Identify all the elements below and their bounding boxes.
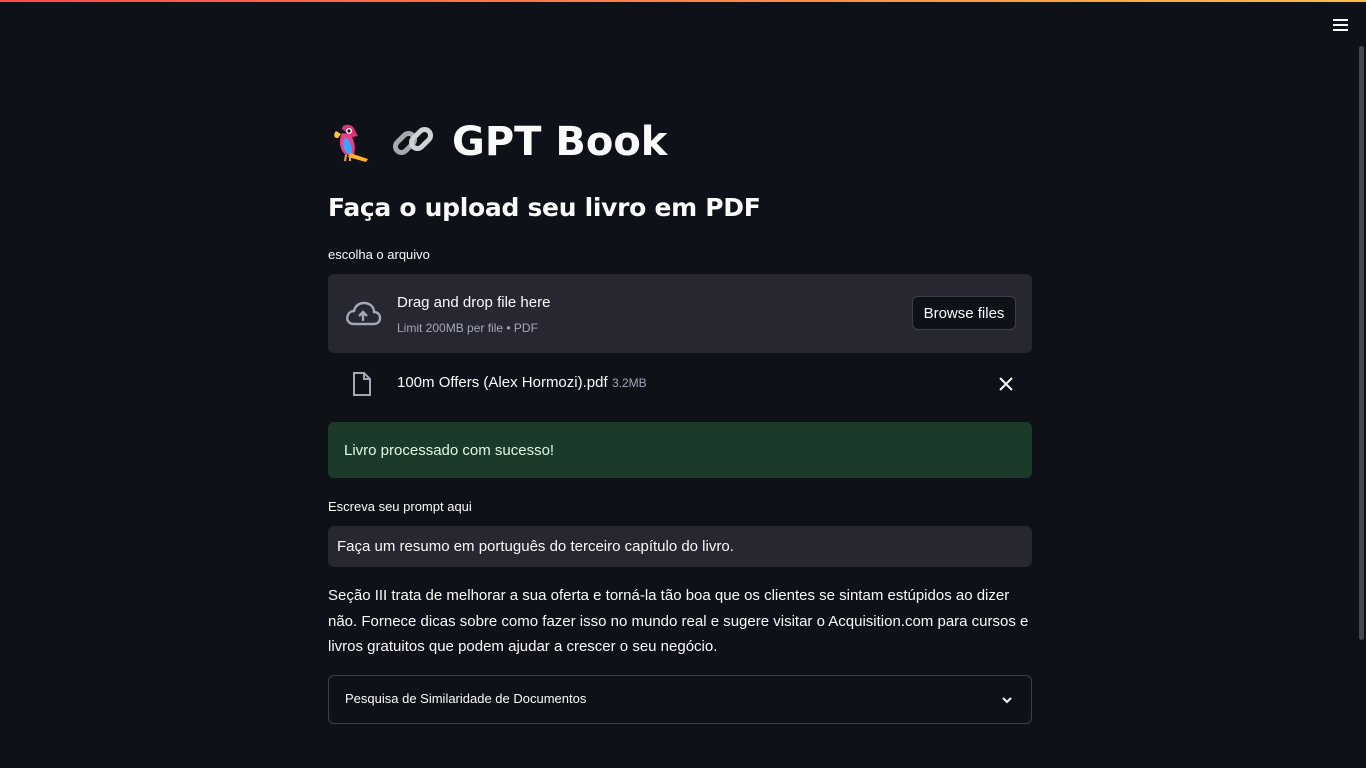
- drag-drop-text: Drag and drop file here: [397, 294, 551, 311]
- answer-line: Seção III trata de melhorar a sua oferta…: [328, 587, 1010, 604]
- file-icon: [353, 372, 371, 396]
- success-alert: Livro processado com sucesso!: [328, 422, 1032, 478]
- uploaded-file-size: 3.2MB: [612, 376, 647, 390]
- uploaded-file-row: 100m Offers (Alex Hormozi).pdf 3.2MB: [328, 364, 1032, 404]
- chevron-down-icon: [1002, 697, 1012, 704]
- app-title: GPT Book: [452, 119, 668, 165]
- top-decoration-bar: [0, 0, 1366, 2]
- parrot-icon: [334, 124, 368, 162]
- expander-label: Pesquisa de Similaridade de Documentos: [345, 691, 587, 706]
- vertical-scrollbar[interactable]: [1359, 46, 1364, 640]
- prompt-input[interactable]: Faça um resumo em português do terceiro …: [328, 526, 1032, 567]
- close-icon[interactable]: [996, 374, 1016, 394]
- upload-limit-text: Limit 200MB per file • PDF: [397, 321, 538, 335]
- hamburger-icon-line: [1332, 19, 1348, 21]
- answer-line: não. Fornece dicas sobre como fazer isso…: [328, 612, 1029, 630]
- main-menu-button[interactable]: [1328, 14, 1352, 36]
- uploaded-file-name: 100m Offers (Alex Hormozi).pdf: [397, 374, 608, 391]
- cloud-upload-icon: [346, 301, 382, 326]
- hamburger-icon-line: [1332, 24, 1348, 26]
- answer-text: Seção III trata de melhorar a sua oferta…: [328, 583, 1032, 660]
- uploader-label: escolha o arquivo: [328, 247, 430, 262]
- link-icon: [392, 126, 434, 156]
- prompt-label: Escreva seu prompt aqui: [328, 499, 472, 514]
- answer-line: livros gratuitos que podem ajudar a cres…: [328, 638, 718, 655]
- page-title: GPT Book: [328, 112, 667, 172]
- similarity-search-expander[interactable]: Pesquisa de Similaridade de Documentos: [328, 675, 1032, 724]
- upload-heading: Faça o upload seu livro em PDF: [328, 193, 761, 222]
- file-uploader-dropzone[interactable]: Drag and drop file here Limit 200MB per …: [328, 274, 1032, 353]
- hamburger-icon-line: [1332, 29, 1348, 31]
- browse-files-button[interactable]: Browse files: [912, 296, 1016, 330]
